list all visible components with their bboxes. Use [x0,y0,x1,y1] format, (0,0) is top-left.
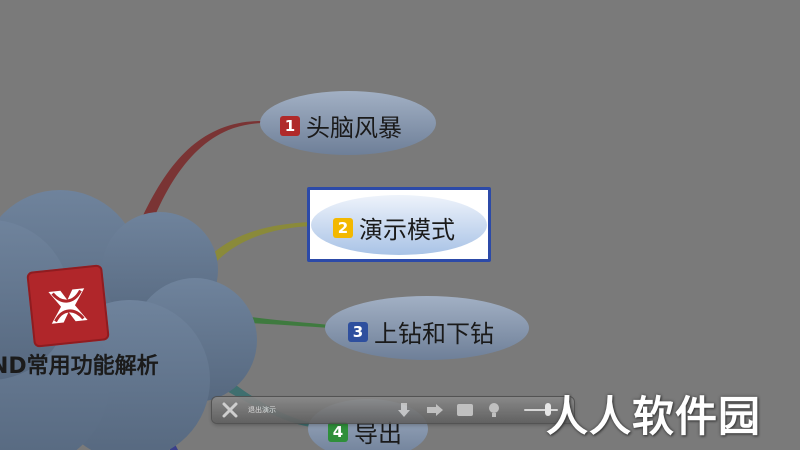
spotlight-button[interactable] [484,397,504,423]
topic-label: 演示模式 [359,216,455,244]
topic-number-badge: 3 [348,321,368,342]
rectangle-icon [457,404,473,416]
next-down-button[interactable] [394,397,414,423]
exit-presentation-button[interactable] [218,397,242,423]
exit-presentation-label: 退出演示 [248,406,276,414]
arrow-down-icon [398,403,410,417]
topic-label: 上钻和下钻 [374,320,494,348]
watermark-text: 人人软件园 [546,392,762,441]
topic-1[interactable]: 1 头脑风暴 [280,108,402,143]
topic-number-badge: 2 [333,217,353,238]
topic-number-badge: 1 [280,115,300,136]
presentation-toolbar: 退出演示 [212,397,574,423]
topic-number-badge: 4 [328,421,348,442]
topic-label: 头脑风暴 [306,114,402,142]
arrow-right-icon [427,404,443,416]
close-icon [222,402,238,418]
central-topic-label: ND常用功能解析 [0,354,159,379]
topic-3[interactable]: 3 上钻和下钻 [348,314,494,349]
lightbulb-icon [489,403,499,417]
topic-2[interactable]: 2 演示模式 [333,210,455,245]
next-right-button[interactable] [424,397,446,423]
overview-button[interactable] [454,397,476,423]
xmind-logo-icon [26,264,110,348]
